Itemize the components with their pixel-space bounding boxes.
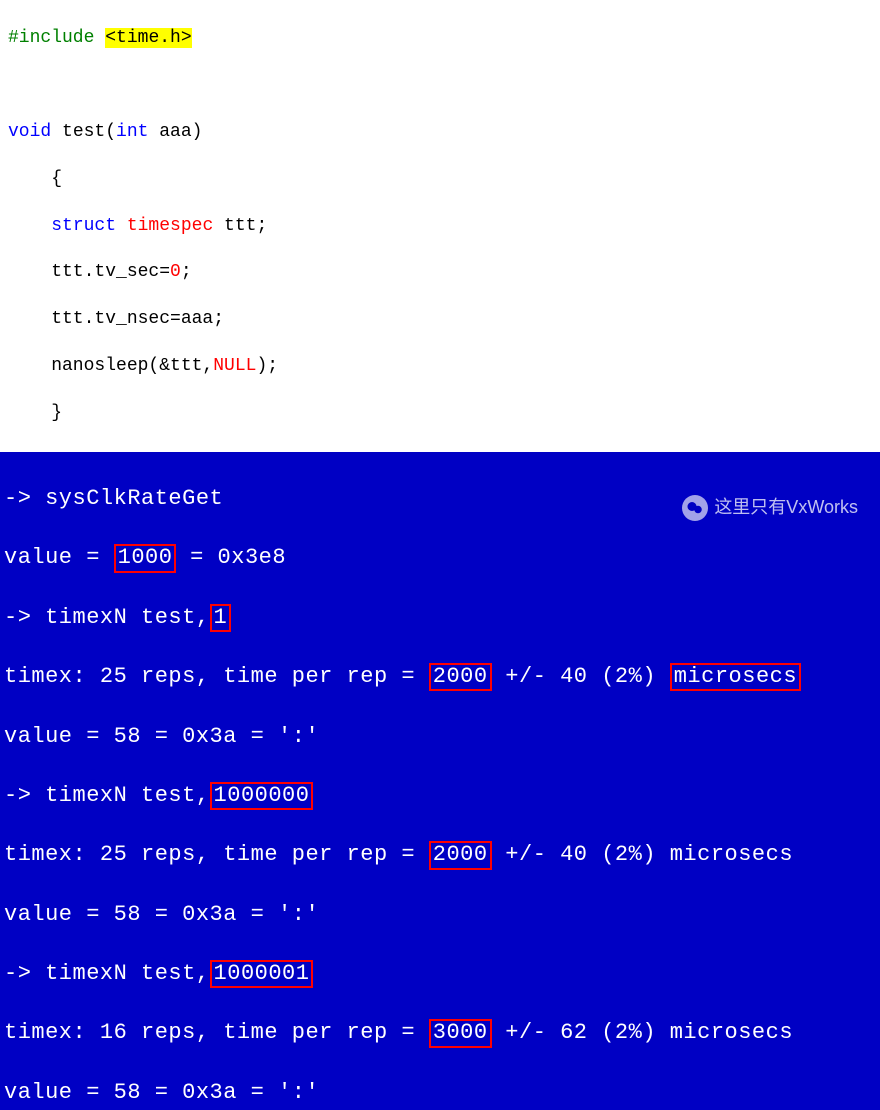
term-line: timex: 25 reps, time per rep = 2000 +/- …: [4, 662, 876, 692]
wechat-icon: [682, 495, 708, 521]
close-paren: );: [256, 356, 278, 376]
timex-prefix: timex: 16 reps, time per rep =: [4, 1020, 429, 1045]
term-line: value = 58 = 0x3a = ':': [4, 1078, 876, 1108]
term-line: -> timexN test,1000000: [4, 781, 876, 811]
timex-suffix: +/- 62 (2%) microsecs: [492, 1020, 793, 1045]
null-keyword: NULL: [213, 356, 256, 376]
fn-call: nanosleep(&ttt,: [8, 356, 213, 376]
timex-prefix: timex: 25 reps, time per rep =: [4, 664, 429, 689]
term-line: timex: 25 reps, time per rep = 2000 +/- …: [4, 840, 876, 870]
cmd-prefix: -> timexN test,: [4, 961, 210, 986]
term-line: value = 58 = 0x3a = ':': [4, 900, 876, 930]
terminal-pane[interactable]: -> sysClkRateGet value = 1000 = 0x3e8 ->…: [0, 452, 880, 1110]
code-line: ttt.tv_nsec=aaa;: [8, 308, 872, 331]
highlight-box-1000: 1000: [114, 544, 177, 572]
cmd-prefix: -> timexN test,: [4, 605, 210, 630]
fn-name: test(: [51, 122, 116, 142]
keyword-void: void: [8, 122, 51, 142]
term-line: value = 1000 = 0x3e8: [4, 543, 876, 573]
code-line: [8, 74, 872, 97]
code-line: struct timespec ttt;: [8, 215, 872, 238]
keyword-struct: struct: [51, 216, 116, 236]
highlight-box-3000: 3000: [429, 1019, 492, 1047]
assignment: ttt.tv_sec=: [8, 262, 170, 282]
semicolon: ;: [181, 262, 192, 282]
value-prefix: value =: [4, 545, 114, 570]
code-line: {: [8, 168, 872, 191]
preprocessor-directive: #include: [8, 28, 94, 48]
keyword-int: int: [116, 122, 148, 142]
value-hex: = 0x3e8: [176, 545, 286, 570]
highlight-box-1000000: 1000000: [210, 782, 314, 810]
highlight-box-2000: 2000: [429, 841, 492, 869]
highlight-box-1: 1: [210, 604, 232, 632]
var-decl: ttt;: [213, 216, 267, 236]
code-line: nanosleep(&ttt,NULL);: [8, 355, 872, 378]
watermark-text: 这里只有VxWorks: [714, 496, 858, 519]
code-editor-pane: #include <time.h> void test(int aaa) { s…: [0, 0, 880, 452]
timex-prefix: timex: 25 reps, time per rep =: [4, 842, 429, 867]
include-header: <time.h>: [105, 28, 191, 48]
param: aaa): [148, 122, 202, 142]
watermark: 这里只有VxWorks: [682, 495, 858, 521]
code-line: ttt.tv_sec=0;: [8, 261, 872, 284]
highlight-box-2000: 2000: [429, 663, 492, 691]
term-line: -> timexN test,1: [4, 603, 876, 633]
timex-suffix: +/- 40 (2%) microsecs: [492, 842, 793, 867]
term-line: -> timexN test,1000001: [4, 959, 876, 989]
highlight-box-1000001: 1000001: [210, 960, 314, 988]
code-line: void test(int aaa): [8, 121, 872, 144]
code-line: #include <time.h>: [8, 27, 872, 50]
highlight-box-microsecs: microsecs: [670, 663, 801, 691]
number-zero: 0: [170, 262, 181, 282]
term-line: value = 58 = 0x3a = ':': [4, 722, 876, 752]
code-line: }: [8, 402, 872, 425]
type-timespec: timespec: [116, 216, 213, 236]
term-line: timex: 16 reps, time per rep = 3000 +/- …: [4, 1018, 876, 1048]
cmd-prefix: -> timexN test,: [4, 783, 210, 808]
timex-mid: +/- 40 (2%): [492, 664, 670, 689]
